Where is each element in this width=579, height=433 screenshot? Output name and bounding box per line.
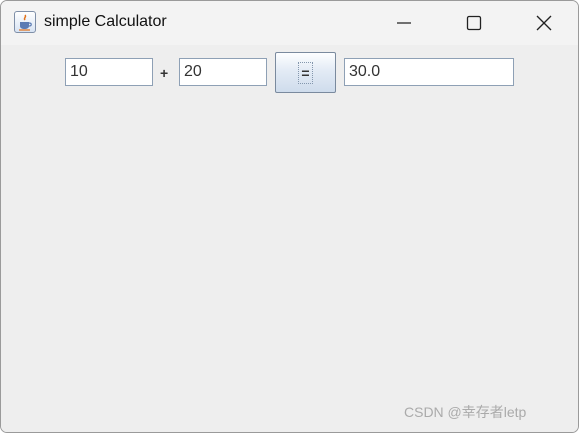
equals-button[interactable]: = xyxy=(275,52,336,93)
operand1-field[interactable] xyxy=(65,58,153,86)
calculator-panel: + = xyxy=(1,45,578,432)
calculator-window: simple Calculator + = xyxy=(0,0,579,433)
title-bar[interactable]: simple Calculator xyxy=(1,1,578,45)
minimize-icon xyxy=(397,22,411,24)
result-field[interactable] xyxy=(344,58,514,86)
maximize-button[interactable] xyxy=(439,1,509,45)
maximize-icon xyxy=(466,15,482,31)
csdn-watermark: CSDN @幸存者letp xyxy=(404,404,527,420)
close-button[interactable] xyxy=(509,1,578,45)
equals-label: = xyxy=(298,61,313,84)
window-title: simple Calculator xyxy=(44,13,167,30)
operand2-field[interactable] xyxy=(179,58,267,86)
minimize-button[interactable] xyxy=(369,1,439,45)
java-app-icon xyxy=(14,11,36,33)
close-icon xyxy=(536,15,552,31)
operator-label: + xyxy=(160,65,169,81)
